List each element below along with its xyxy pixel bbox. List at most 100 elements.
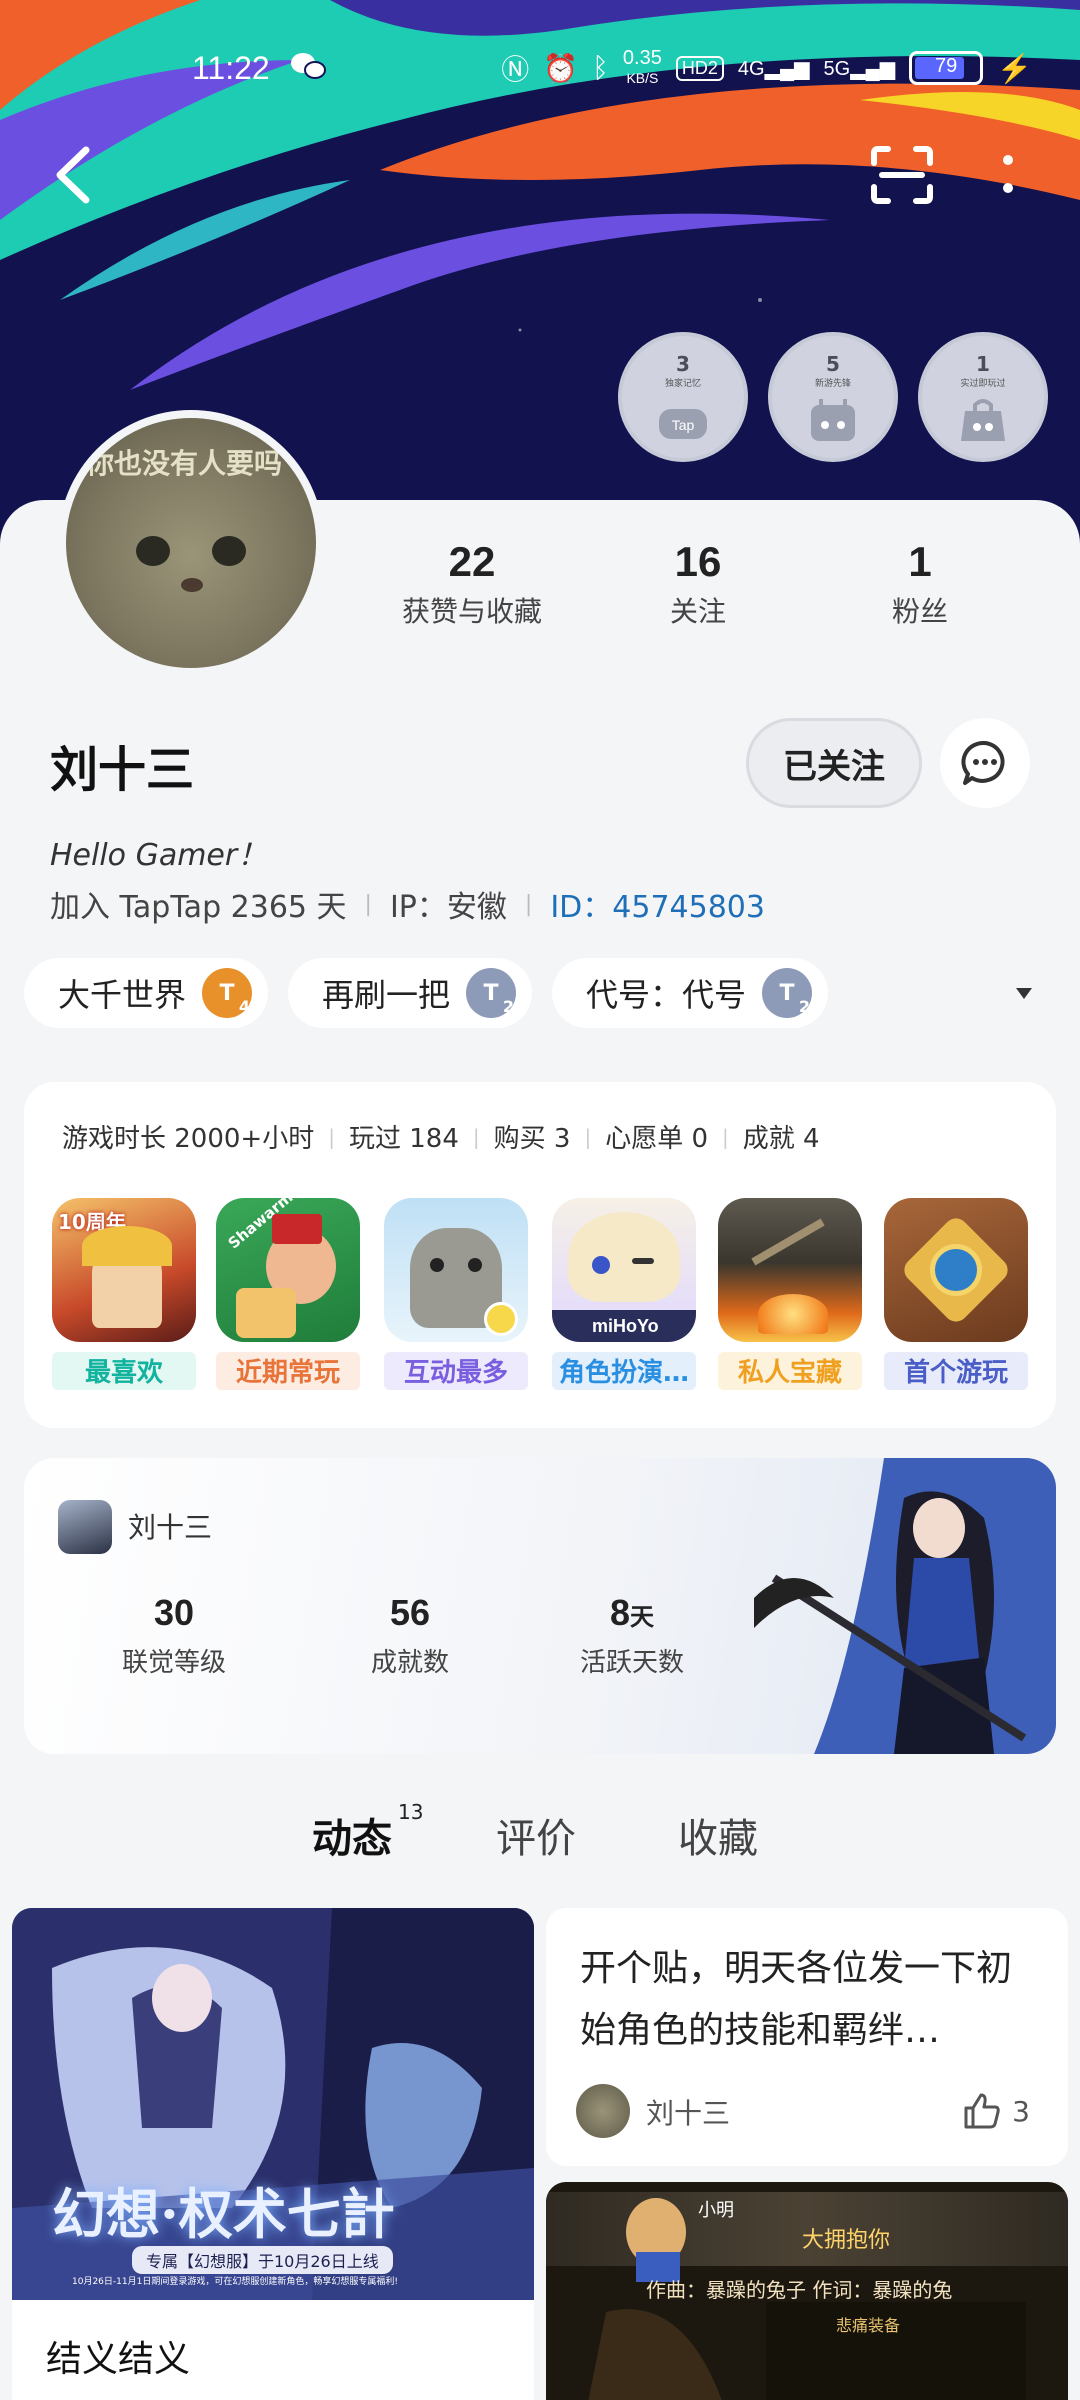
more-icon[interactable] [998, 150, 1018, 200]
wechat-icon [291, 53, 326, 79]
badge-label: 新游先锋 [814, 379, 851, 389]
post3-user: 小明 [698, 2200, 734, 2221]
join-days: 加入 TapTap 2365 天 [50, 890, 347, 925]
tag-item[interactable]: 大千世界 T4 [24, 958, 269, 1028]
game-icon [384, 1198, 528, 1342]
linked-stat-achievements: 56 成就数 [320, 1592, 500, 1679]
avatar-caption: 你也没有人要吗 [86, 447, 283, 480]
chat-bubble-icon [961, 740, 1005, 785]
tab-favorites[interactable]: 收藏 [678, 1806, 758, 1864]
stat-value: 22 [448, 538, 496, 585]
linked-game-card[interactable]: 刘十三 30 联觉等级 56 成就数 8天 活跃天数 [24, 1458, 1056, 1754]
badge-exclusive-memory[interactable]: 3 独家记忆 Tap [618, 332, 748, 462]
level-number: 4 [238, 997, 251, 1016]
ip-location: IP：安徽 [389, 890, 507, 925]
linked-stat-label: 活跃天数 [579, 1648, 684, 1678]
tab-label: 评价 [496, 1816, 576, 1862]
tab-reviews[interactable]: 评价 [496, 1806, 576, 1864]
tag-label: 再刷一把 [322, 976, 451, 1014]
avatar-eye [136, 536, 170, 566]
game-item[interactable]: 私人宝藏 [718, 1198, 862, 1390]
scan-icon[interactable] [870, 145, 934, 205]
game-item[interactable]: 10周年 最喜欢 [52, 1198, 196, 1390]
game-item[interactable]: miHoYo 角色扮演… [552, 1198, 696, 1390]
tag-label: 大千世界 [58, 976, 187, 1014]
linked-stat-number: 8 [609, 1592, 631, 1633]
game-item[interactable]: Shawarma 近期常玩 [216, 1198, 360, 1390]
badge-played-after-purchase[interactable]: 1 实过即玩过 [918, 332, 1048, 462]
stat-followers[interactable]: 1 粉丝 [870, 538, 970, 630]
level-letter: T [483, 980, 499, 1006]
badge-label: 独家记忆 [664, 379, 701, 389]
linked-stat-label: 联觉等级 [121, 1648, 226, 1678]
linked-stat-number: 56 [389, 1592, 431, 1633]
linked-username: 刘十三 [128, 1511, 213, 1544]
status-bar: 11:22 Ⓝ ⏰ ᛒ 0.35 KB/S HD2 4G▂▄▆ 5G▂▄▆ 79… [0, 40, 1080, 100]
avatar[interactable]: 你也没有人要吗 [58, 410, 324, 676]
played-count: 玩过 184 [348, 1124, 459, 1154]
cover-fine-print: 10月26日-11月1日期间登录游戏，可在幻想服创建新角色，畅享幻想服专属福利! [72, 2277, 398, 2287]
tab-activity[interactable]: 动态 13 [312, 1800, 423, 1868]
svg-text:Tap: Tap [672, 417, 695, 433]
net2-label: 5G [823, 57, 851, 80]
level-badge-icon: T4 [202, 968, 253, 1018]
linked-stat-unit: 天 [630, 1604, 655, 1631]
like-button[interactable]: 3 [962, 2092, 1030, 2130]
wishlist-count: 心愿单 0 [605, 1124, 708, 1154]
feed-post[interactable]: 开个贴，明天各位发一下初始角色的技能和羁绊… 刘十三 3 [546, 1908, 1068, 2166]
bluetooth-icon: ᛒ [592, 52, 609, 83]
summary-separator: | [328, 1124, 335, 1149]
tag-label: 代号：代号 [586, 976, 747, 1014]
game-icon [718, 1198, 862, 1342]
tag-item[interactable]: 代号：代号 T2 [552, 958, 829, 1028]
linked-stat-level: 30 联觉等级 [84, 1592, 264, 1679]
back-icon[interactable] [48, 140, 98, 210]
like-count: 3 [1012, 2094, 1030, 2128]
stat-following[interactable]: 16 关注 [648, 538, 748, 630]
linked-stat-label: 成就数 [370, 1648, 449, 1678]
badge-new-game-pioneer[interactable]: 5 新游先锋 [768, 332, 898, 462]
badge-label: 实过即玩过 [960, 379, 1006, 389]
hd-voice-icon: HD2 [675, 55, 724, 81]
game-icon: 10周年 [52, 1198, 196, 1342]
level-letter: T [219, 980, 235, 1006]
post-title: 结义结义 [46, 2339, 191, 2380]
tab-label: 收藏 [678, 1816, 758, 1862]
expand-tags-icon[interactable] [1016, 988, 1032, 999]
linked-stat-value: 56 [320, 1592, 500, 1634]
net1-label: 4G [737, 57, 765, 80]
signal-4g-icon: 4G▂▄▆ [737, 57, 810, 80]
feed-post[interactable]: 小明 大拥抱你 作曲：暴躁的兔子 作词：暴躁的兔 悲痛装备 [546, 2182, 1068, 2400]
badge-count: 1 [976, 352, 990, 376]
feed-post[interactable]: 幻想·权术七計 专属【幻想服】于10月26日上线 10月26日-11月1日期间登… [12, 1908, 534, 2400]
network-speed: 0.35 KB/S [623, 48, 662, 88]
thumbs-up-icon [964, 2093, 1000, 2129]
user-id[interactable]: ID：45745803 [550, 882, 765, 926]
battery-level: 79 [935, 55, 958, 77]
stat-label: 粉丝 [891, 595, 948, 628]
summary-separator: | [722, 1124, 729, 1149]
charging-icon: ⚡ [997, 52, 1032, 84]
game-item[interactable]: 互动最多 [384, 1198, 528, 1390]
summary-separator: | [472, 1124, 480, 1149]
level-badge-icon: T2 [762, 968, 813, 1018]
avatar-nose [181, 578, 203, 592]
badge-count: 3 [676, 352, 690, 376]
following-button[interactable]: 已关注 [746, 718, 922, 808]
message-button[interactable] [940, 718, 1030, 808]
stat-label: 关注 [669, 595, 726, 628]
profile-bio: Hello Gamer！ [50, 838, 268, 873]
avatar-eye [212, 536, 246, 566]
tag-item[interactable]: 再刷一把 T2 [288, 958, 533, 1028]
linked-stat-value: 8天 [542, 1592, 722, 1634]
game-icon-text: miHoYo [592, 1316, 659, 1336]
stat-likes-favorites[interactable]: 22 获赞与收藏 [392, 538, 552, 630]
signal-5g-icon: 5G▂▄▆ [823, 57, 896, 80]
character-illustration [754, 1458, 1056, 1754]
game-item[interactable]: 首个游玩 [884, 1198, 1028, 1390]
level-number: 2 [502, 997, 515, 1016]
games-card[interactable]: 游戏时长 2000+小时 | 玩过 184 | 购买 3 | 心愿单 0 | 成就 4 … [24, 1082, 1056, 1428]
cover-subtitle: 专属【幻想服】于10月26日上线 [132, 2246, 393, 2274]
game-icon [884, 1198, 1028, 1342]
tab-count: 13 [398, 1800, 424, 1824]
